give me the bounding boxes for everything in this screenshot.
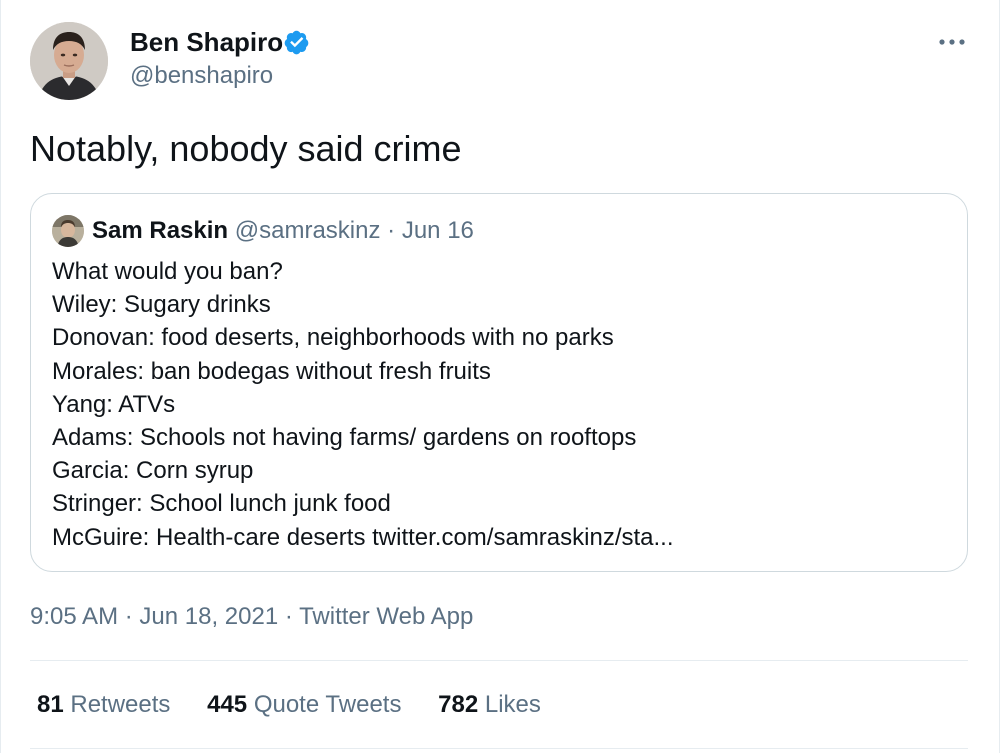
quoted-line: Adams: Schools not having farms/ gardens… <box>52 424 637 452</box>
tweet-stats: 81 Retweets 445 Quote Tweets 782 Likes <box>37 691 571 719</box>
quoted-line: Wiley: Sugary drinks <box>52 291 271 319</box>
quoted-line: Yang: ATVs <box>52 390 176 418</box>
quoted-date[interactable]: Jun 16 <box>402 217 474 244</box>
stats-divider-top <box>30 660 968 661</box>
quoted-author-handle[interactable]: @samraskinz <box>235 217 381 244</box>
quote-tweets-count: 445 <box>207 691 248 718</box>
quote-tweets-label: Quote Tweets <box>253 691 402 718</box>
quoted-text: What would you ban? Wiley: Sugary drinks… <box>52 255 674 554</box>
quoted-avatar-image <box>52 215 84 247</box>
author-handle[interactable]: @benshapiro <box>130 62 273 90</box>
quoted-line: McGuire: Health-care deserts twitter.com… <box>52 523 674 551</box>
tweet-card: Ben Shapiro @benshapiro Notably, nobody … <box>0 0 1000 753</box>
quoted-line: Garcia: Corn syrup <box>52 457 254 485</box>
verified-badge-icon <box>284 30 309 55</box>
quoted-line: Morales: ban bodegas without fresh fruit… <box>52 357 491 385</box>
stats-divider-bottom <box>30 748 968 749</box>
retweets-count: 81 <box>37 691 64 718</box>
quoted-header: Sam Raskin @samraskinz · Jun 16 <box>92 217 474 245</box>
quoted-line: What would you ban? <box>52 258 283 285</box>
portrait-image <box>30 22 108 100</box>
author-name[interactable]: Ben Shapiro <box>130 27 283 58</box>
retweets-label: Retweets <box>70 691 171 718</box>
quoted-tweet[interactable]: Sam Raskin @samraskinz · Jun 16 What wou… <box>30 193 968 572</box>
author-avatar[interactable] <box>30 22 108 100</box>
quoted-line: Donovan: food deserts, neighborhoods wit… <box>52 324 614 352</box>
likes-count: 782 <box>438 691 479 718</box>
quoted-line: Stringer: School lunch junk food <box>52 490 391 518</box>
likes-label: Likes <box>484 691 541 718</box>
quoted-separator: · <box>387 217 396 244</box>
frame-border-left <box>0 0 1 753</box>
tweet-text: Notably, nobody said crime <box>30 128 462 169</box>
likes-stat[interactable]: 782 Likes <box>438 691 541 718</box>
quote-tweets-stat[interactable]: 445 Quote Tweets <box>207 691 401 718</box>
tweet-timestamp[interactable]: 9:05 AM · Jun 18, 2021 · Twitter Web App <box>30 603 473 631</box>
quoted-author-name[interactable]: Sam Raskin <box>92 217 228 244</box>
quoted-author-avatar[interactable] <box>52 215 84 247</box>
retweets-stat[interactable]: 81 Retweets <box>37 691 170 718</box>
more-options-icon[interactable] <box>937 32 967 52</box>
